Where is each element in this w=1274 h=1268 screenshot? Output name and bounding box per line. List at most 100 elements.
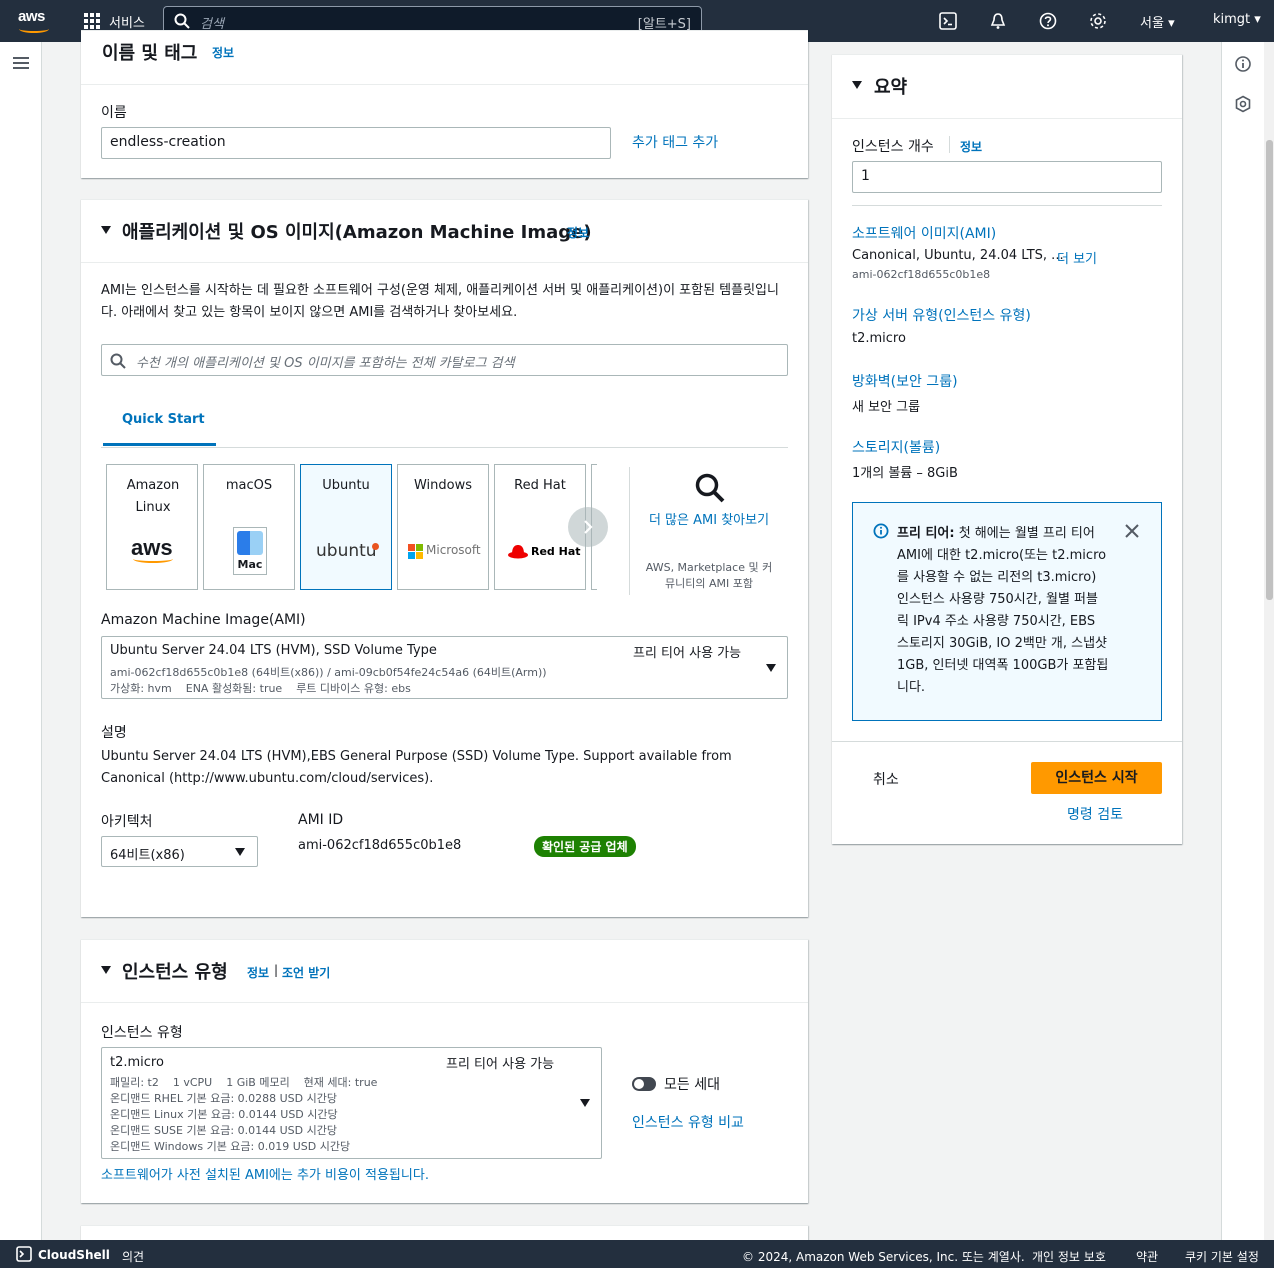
collapse-caret-icon[interactable] [101,966,111,974]
architecture-value: 64비트(x86) [110,848,185,863]
help-icon[interactable] [1039,12,1057,30]
services-menu[interactable]: 서비스 [109,12,145,31]
server-type-value: t2.micro [852,331,906,346]
ami-tile-amazon-linux[interactable]: Amazon Linux aws [106,464,198,590]
name-label: 이름 [101,105,127,121]
search-icon[interactable] [694,472,726,504]
microsoft-logo-icon [408,544,423,559]
description-label: 설명 [101,725,127,741]
ami-tile-macos[interactable]: macOS Mac [203,464,295,590]
ami-select[interactable]: Ubuntu Server 24.04 LTS (HVM), SSD Volum… [101,636,788,699]
ami-search-input[interactable]: 수천 개의 애플리케이션 및 OS 이미지를 포함하는 전체 카탈로그 검색 [101,344,788,376]
ubuntu-circle-icon [372,543,379,550]
firewall-link[interactable]: 방화벽(보안 그룹) [852,371,958,391]
services-grid-icon[interactable] [84,13,100,29]
ami-select-meta: 가상화: hvm ENA 활성화됨: true 루트 디바이스 유형: ebs [110,682,411,695]
compare-instance-types-link[interactable]: 인스턴스 유형 비교 [632,1112,744,1132]
chevron-right-icon [584,520,593,534]
search-icon [174,13,190,29]
copyright-text: © 2024, Amazon Web Services, Inc. 또는 계열사… [742,1250,1025,1264]
terms-link[interactable]: 약관 [1136,1248,1158,1265]
info-panel-icon[interactable] [1234,55,1252,73]
feedback-link[interactable]: 의견 [122,1248,144,1265]
instance-count-input[interactable]: 1 [852,161,1162,193]
review-commands-link[interactable]: 명령 검토 [1067,804,1123,824]
all-generations-label: 모든 세대 [664,1077,720,1093]
cloudshell-icon[interactable] [16,1246,32,1262]
verified-provider-badge: 확인된 공급 업체 [534,836,636,857]
server-type-link[interactable]: 가상 서버 유형(인스턴스 유형) [852,305,1031,325]
description-text: Ubuntu Server 24.04 LTS (HVM),EBS Genera… [101,749,732,786]
scrollbar-thumb[interactable] [1266,140,1273,600]
microsoft-logo-label: Microsoft [426,543,481,557]
collapse-caret-icon[interactable] [852,81,862,89]
software-image-id: ami-062cf18d655c0b1e8 [852,268,991,281]
instance-type-select[interactable]: t2.micro 프리 티어 사용 가능 패밀리: t2 1 vCPU 1 Gi… [101,1047,602,1159]
browse-more-ami-link[interactable]: 더 많은 AMI 찾아보기 [644,510,774,531]
ami-id-value: ami-062cf18d655c0b1e8 [298,838,462,853]
carousel-next-button[interactable] [568,507,608,547]
caret-down-icon [235,848,245,856]
aws-smile-icon [19,25,49,33]
info-icon [873,523,889,539]
ami-tile-windows[interactable]: Windows Microsoft [397,464,489,590]
architecture-label: 아키텍처 [101,814,153,830]
ami-tile-ubuntu[interactable]: Ubuntu ubuntu [300,464,392,590]
tab-divider [101,447,788,448]
ami-id-label: AMI ID [298,812,344,828]
aws-logo[interactable]: aws [18,8,52,34]
storage-link[interactable]: 스토리지(볼륨) [852,437,940,457]
instance-type-info-link[interactable]: 정보 [247,964,269,981]
ami-search-placeholder: 수천 개의 애플리케이션 및 OS 이미지를 포함하는 전체 카탈로그 검색 [136,356,515,371]
aws-logo-text: aws [18,8,45,25]
software-image-link[interactable]: 소프트웨어 이미지(AMI) [852,223,996,243]
instance-free-tier: 프리 티어 사용 가능 [446,1057,555,1072]
ami-title: 애플리케이션 및 OS 이미지(Amazon Machine Image) [122,222,592,243]
price-suse: 온디맨드 SUSE 기본 요금: 0.0144 USD 시간당 [110,1124,337,1137]
user-menu[interactable]: kimgt ▾ [1213,12,1261,27]
launch-instance-button[interactable]: 인스턴스 시작 [1031,762,1162,794]
price-windows: 온디맨드 Windows 기본 요금: 0.019 USD 시간당 [110,1140,351,1153]
instance-type-value: t2.micro [110,1055,164,1070]
close-icon[interactable] [1125,524,1139,538]
ami-select-label: Amazon Machine Image(AMI) [101,612,306,628]
summary-panel: 요약 인스턴스 개수 정보 1 소프트웨어 이미지(AMI) Canonical… [832,54,1182,844]
free-tier-text: 프리 티어: 첫 해에는 월별 프리 티어 AMI에 대한 t2.micro(또… [897,523,1109,699]
advice-link[interactable]: 조언 받기 [282,964,330,981]
software-cost-note-link[interactable]: 소프트웨어가 사전 설치된 AMI에는 추가 비용이 적용됩니다. [101,1164,429,1183]
price-linux: 온디맨드 Linux 기본 요금: 0.0144 USD 시간당 [110,1108,338,1121]
hexagon-icon[interactable] [1234,95,1252,113]
free-tier-body: 첫 해에는 월별 프리 티어 AMI에 대한 t2.micro(또는 t2.mi… [897,526,1109,695]
collapse-caret-icon[interactable] [101,226,111,234]
region-selector[interactable]: 서울 ▾ [1140,12,1175,31]
privacy-link[interactable]: 개인 정보 보호 [1032,1248,1106,1265]
cloudshell-icon[interactable] [939,12,957,30]
ami-select-name: Ubuntu Server 24.04 LTS (HVM), SSD Volum… [110,643,437,658]
tile-label: Red Hat [514,478,566,493]
ami-free-tier: 프리 티어 사용 가능 [633,646,742,661]
show-more-link[interactable]: 더 보기 [1057,248,1097,267]
all-generations-toggle[interactable] [632,1077,656,1091]
tile-label: Windows [413,478,473,493]
instance-spec: 패밀리: t2 1 vCPU 1 GiB 메모리 현재 세대: true [110,1076,378,1089]
bell-icon[interactable] [989,12,1007,30]
tile-label: Amazon Linux [126,478,180,515]
add-tags-link[interactable]: 추가 태그 추가 [632,132,718,152]
ami-info-link[interactable]: 정보 [567,224,589,241]
cancel-button[interactable]: 취소 [873,769,899,789]
tile-label: Ubuntu [322,478,370,493]
instance-count-info-link[interactable]: 정보 [960,138,982,155]
redhat-logo-label: Red Hat [531,545,581,558]
settings-icon[interactable] [1089,12,1107,30]
cloudshell-link[interactable]: CloudShell [38,1248,110,1262]
name-tags-info-link[interactable]: 정보 [212,44,234,61]
architecture-select[interactable]: 64비트(x86) [101,836,258,867]
tab-quick-start[interactable]: Quick Start [122,412,205,427]
cookie-preferences-link[interactable]: 쿠키 기본 설정 [1185,1248,1259,1265]
ubuntu-logo-icon: ubuntu [316,541,377,561]
menu-icon[interactable] [13,57,29,69]
divider [852,205,1162,206]
tab-active-indicator [103,443,216,446]
ami-description: AMI는 인스턴스를 시작하는 데 필요한 소프트웨어 구성(운영 체제, 애플… [101,283,779,320]
name-input[interactable]: endless-creation [101,127,611,159]
